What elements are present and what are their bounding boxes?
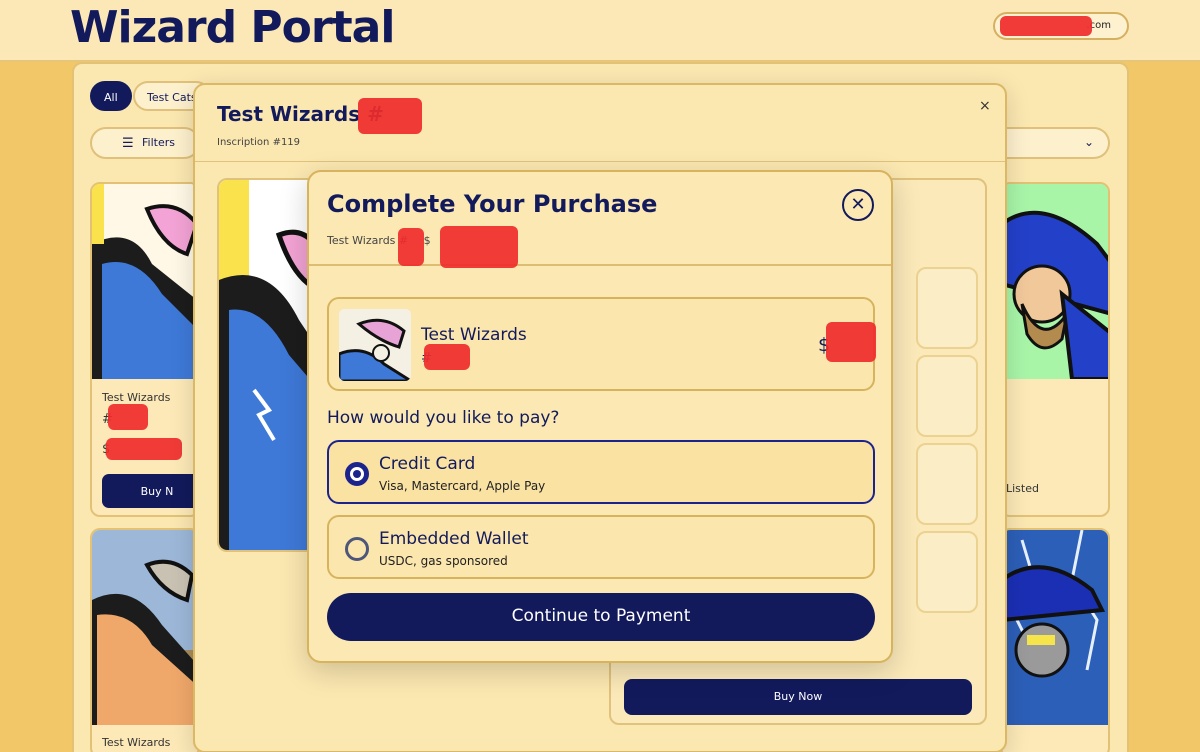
card-art	[1002, 530, 1108, 725]
chip-all[interactable]: All	[90, 81, 132, 111]
purchase-title: Complete Your Purchase	[327, 190, 658, 218]
card-collection: Test Wizards	[102, 736, 171, 749]
payment-option-embedded-wallet[interactable]: Embedded Wallet USDC, gas sponsored	[327, 515, 875, 579]
inscription-number: Inscription #119	[217, 137, 301, 148]
redaction-mark	[398, 228, 424, 266]
detail-art-image	[217, 178, 317, 552]
redaction-mark	[358, 98, 422, 134]
redaction-mark	[826, 322, 876, 362]
attribute-box	[916, 355, 978, 437]
filters-button[interactable]: ☰ Filters	[90, 127, 200, 159]
nft-card[interactable]: Test Wizards # $ Buy N	[90, 182, 200, 517]
redaction-mark	[424, 344, 470, 370]
card-buy-button[interactable]: Buy N	[102, 474, 198, 508]
filters-label: Filters	[142, 136, 175, 149]
card-art	[92, 530, 198, 725]
sort-select[interactable]: ⌄	[1000, 127, 1110, 159]
item-thumbnail	[339, 309, 411, 381]
redaction-mark	[1000, 16, 1092, 36]
payment-option-credit-card[interactable]: Credit Card Visa, Mastercard, Apple Pay	[327, 440, 875, 504]
radio-selected-icon[interactable]	[345, 462, 369, 486]
continue-to-payment-button[interactable]: Continue to Payment	[327, 593, 875, 641]
option-title: Credit Card	[379, 454, 476, 474]
purchase-item-row: Test Wizards # $	[327, 297, 875, 391]
option-description: Visa, Mastercard, Apple Pay	[379, 479, 546, 493]
brand-logo-text[interactable]: Wizard Portal	[70, 2, 395, 53]
subtitle-price: $	[423, 234, 431, 247]
card-status: Listed	[1006, 482, 1039, 495]
attribute-box	[916, 443, 978, 525]
top-bar: Wizard Portal .com	[0, 0, 1200, 62]
card-art	[92, 184, 198, 379]
redaction-mark	[108, 404, 148, 430]
redaction-mark	[106, 438, 182, 460]
divider	[195, 161, 1005, 162]
nft-card[interactable]: Test Wizards	[90, 528, 200, 752]
subtitle-item: Test Wizards #	[327, 234, 409, 247]
payment-question: How would you like to pay?	[327, 408, 560, 428]
item-name: Test Wizards	[421, 325, 527, 345]
purchase-modal: Complete Your Purchase Test Wizards # $ …	[307, 170, 893, 663]
divider	[309, 264, 891, 266]
radio-unselected-icon[interactable]	[345, 537, 369, 561]
nft-card[interactable]	[1000, 528, 1110, 752]
attribute-box	[916, 267, 978, 349]
redaction-mark	[440, 226, 518, 268]
card-art	[1002, 184, 1108, 379]
detail-close-icon[interactable]: ×	[979, 98, 991, 114]
sliders-icon: ☰	[122, 136, 134, 151]
option-title: Embedded Wallet	[379, 529, 529, 549]
option-description: USDC, gas sponsored	[379, 554, 508, 568]
chevron-down-icon: ⌄	[1083, 135, 1094, 149]
buy-now-button[interactable]: Buy Now	[624, 679, 972, 715]
nft-card[interactable]: Listed	[1000, 182, 1110, 517]
close-icon[interactable]: ✕	[842, 189, 874, 221]
card-collection: Test Wizards	[102, 391, 171, 404]
attribute-box	[916, 531, 978, 613]
